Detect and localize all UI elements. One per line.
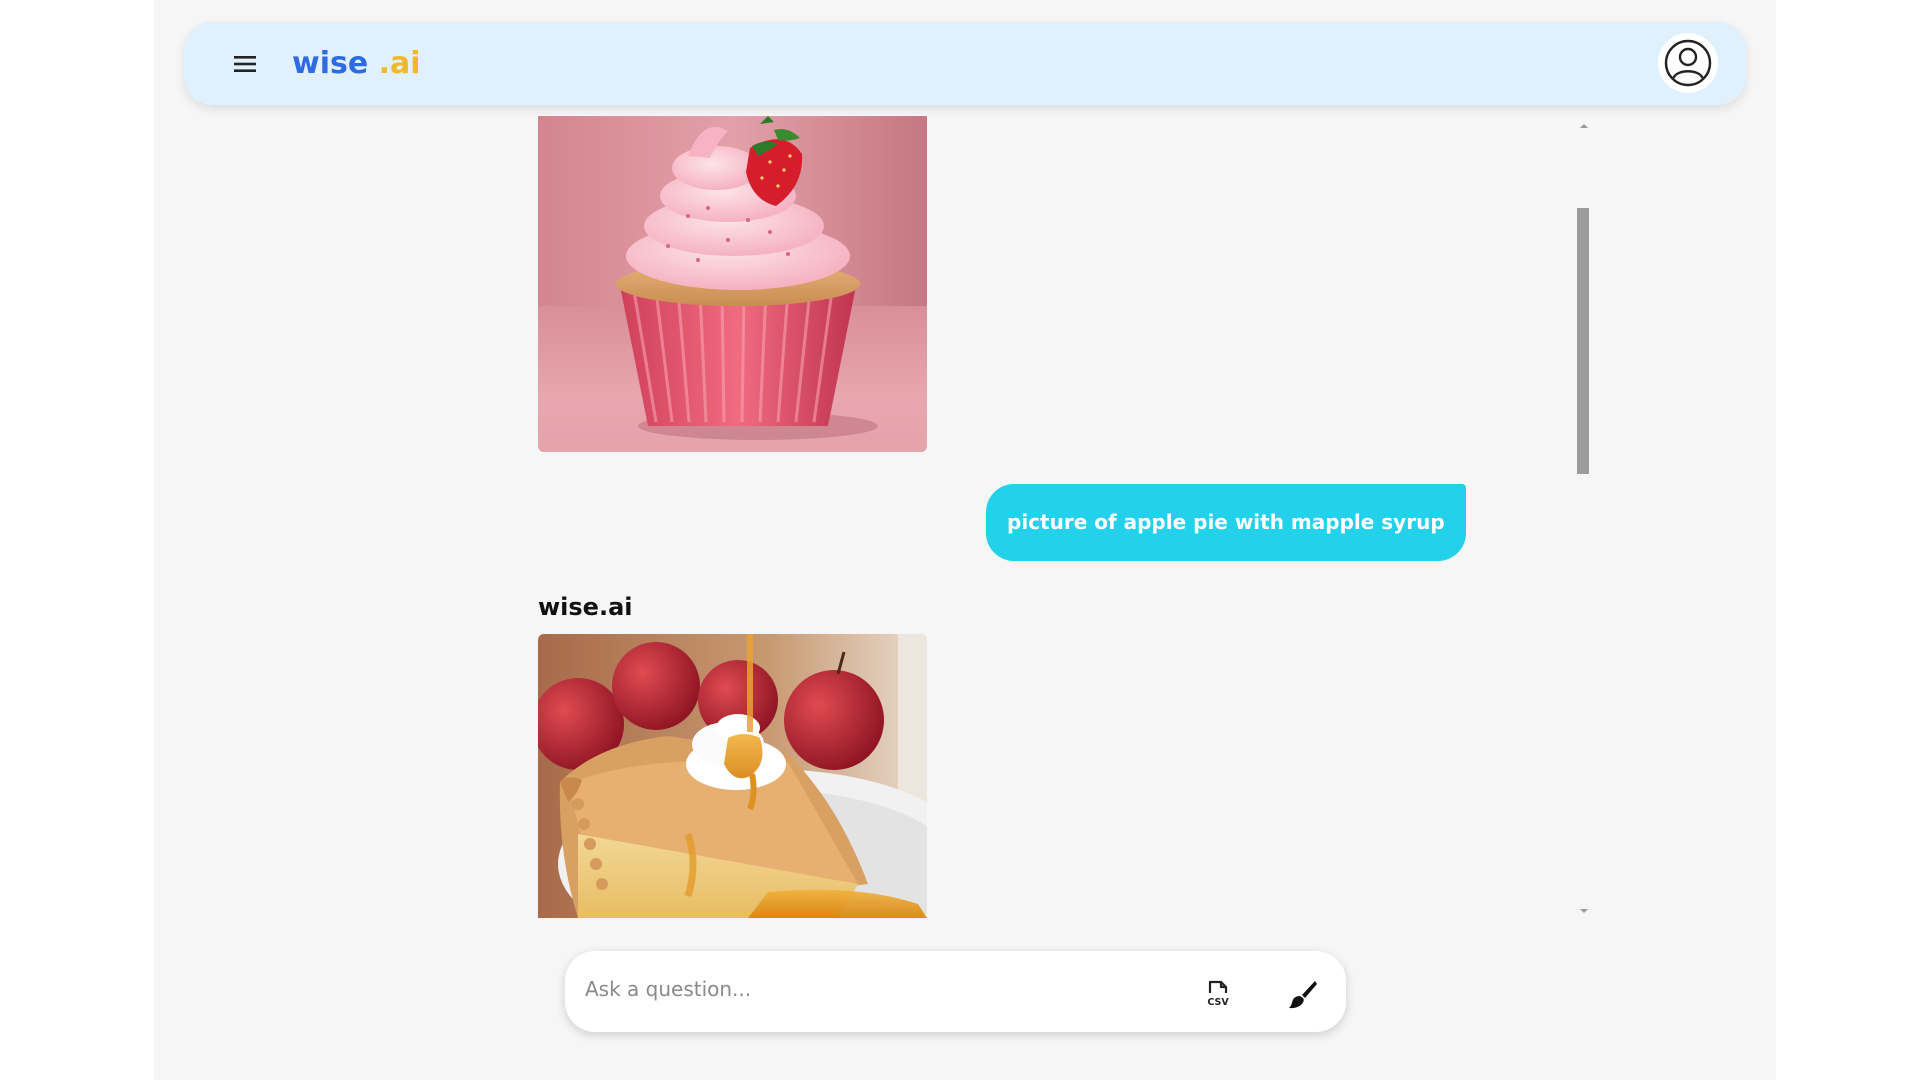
menu-button[interactable] [228, 48, 262, 80]
user-account-icon [1664, 39, 1712, 87]
user-account-button[interactable] [1658, 33, 1718, 93]
paint-brush-icon [1289, 981, 1317, 1009]
apple-pie-image[interactable] [538, 634, 927, 918]
chat-app: wise .ai picture of apple pie with mappl… [154, 0, 1776, 1080]
paint-brush-button[interactable] [1287, 978, 1319, 1010]
cupcake-image[interactable] [538, 116, 927, 452]
brand-logo[interactable]: wise .ai [292, 43, 421, 85]
scroll-down-arrow[interactable] [1578, 903, 1590, 913]
brand-suffix: .ai [378, 46, 421, 81]
scroll-up-arrow[interactable] [1578, 118, 1590, 128]
brand-name: wise [292, 46, 369, 81]
assistant-name-label: wise.ai [538, 593, 633, 621]
message-composer: CSV [565, 951, 1346, 1032]
hamburger-menu-icon [234, 56, 256, 72]
question-input[interactable] [585, 969, 1145, 1009]
csv-upload-button[interactable]: CSV [1202, 978, 1234, 1010]
conversation-area: picture of apple pie with mapple syrup w… [538, 116, 1588, 918]
csv-icon-label: CSV [1207, 997, 1229, 1008]
top-navigation-bar: wise .ai [184, 22, 1746, 105]
scrollbar-thumb[interactable] [1577, 208, 1589, 474]
csv-file-icon: CSV [1207, 980, 1229, 1008]
user-message-bubble: picture of apple pie with mapple syrup [986, 484, 1466, 561]
